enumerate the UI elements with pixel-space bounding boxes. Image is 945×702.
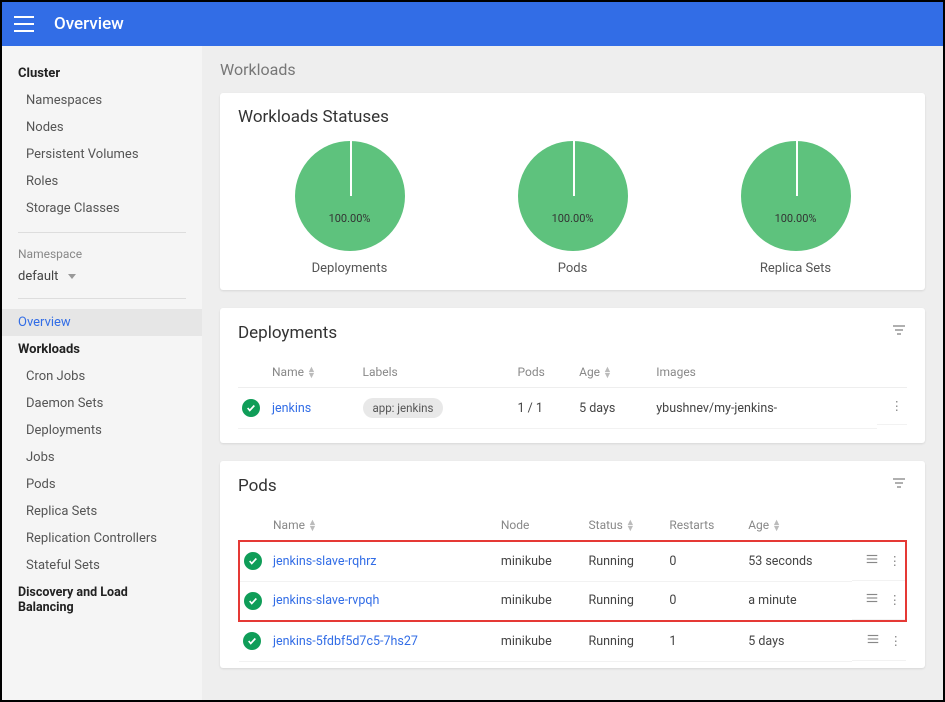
page-header-title: Overview [54,14,124,34]
pod-link[interactable]: jenkins-slave-rvpqh [273,593,379,608]
pod-link[interactable]: jenkins-slave-rqhrz [273,554,377,569]
col-labels: Labels [359,357,514,388]
sidebar-item-daemonsets[interactable]: Daemon Sets [2,390,202,417]
deployment-link[interactable]: jenkins [272,401,311,416]
sidebar: Cluster Namespaces Nodes Persistent Volu… [2,46,202,700]
col-pods: Pods [514,357,576,388]
pie-chart-icon: 100.00% [518,141,628,251]
namespace-selected: default [18,269,58,284]
col-status[interactable]: Status▲▼ [585,510,666,541]
chevron-down-icon [68,274,76,279]
sidebar-item-namespaces[interactable]: Namespaces [2,87,202,114]
sidebar-item-pods[interactable]: Pods [2,471,202,498]
chart-pods: 100.00% Pods [518,141,628,276]
sidebar-item-replicasets[interactable]: Replica Sets [2,498,202,525]
sidebar-item-cronjobs[interactable]: Cron Jobs [2,363,202,390]
table-row: jenkins app: jenkins 1 / 1 5 days ybushn… [238,388,907,429]
card-title-pods: Pods [238,476,277,496]
logs-icon[interactable] [866,632,880,650]
sidebar-heading-cluster: Cluster [2,60,202,87]
pods-table: Name▲▼ Node Status▲▼ Restarts Age▲▼ jenk… [238,510,907,662]
col-age[interactable]: Age▲▼ [744,510,852,541]
status-ok-icon [244,552,262,570]
sidebar-item-replication-controllers[interactable]: Replication Controllers [2,525,202,552]
card-deployments: Deployments Name▲▼ Labels Pods Age▲▼ Ima… [220,308,925,443]
sidebar-item-deployments[interactable]: Deployments [2,417,202,444]
page-title: Workloads [220,60,925,79]
status-ok-icon [244,592,262,610]
sidebar-item-nodes[interactable]: Nodes [2,114,202,141]
card-title-deployments: Deployments [238,323,337,343]
card-workloads-statuses: Workloads Statuses 100.00% Deployments 1… [220,93,925,290]
col-name[interactable]: Name▲▼ [268,357,359,388]
more-icon[interactable]: ⋮ [890,633,903,649]
sidebar-item-persistent-volumes[interactable]: Persistent Volumes [2,141,202,168]
col-node: Node [497,510,585,541]
namespace-selector[interactable]: default [2,265,202,288]
logs-icon[interactable] [865,552,879,570]
label-chip: app: jenkins [363,398,444,418]
table-row: jenkins-5fdbf5d7c5-7hs27 minikube Runnin… [239,621,906,661]
table-row: jenkins-slave-rvpqh minikube Running 0 a… [239,581,906,621]
deployments-table: Name▲▼ Labels Pods Age▲▼ Images jenkins … [238,357,907,429]
filter-icon[interactable] [891,322,907,343]
top-bar: Overview [0,0,945,46]
more-icon[interactable]: ⋮ [891,398,904,414]
namespace-label: Namespace [2,243,202,265]
col-images: Images [652,357,877,388]
status-ok-icon [242,399,260,417]
sidebar-item-overview[interactable]: Overview [2,309,202,336]
sidebar-item-jobs[interactable]: Jobs [2,444,202,471]
main-content: Workloads Workloads Statuses 100.00% Dep… [202,46,943,700]
filter-icon[interactable] [891,475,907,496]
col-restarts: Restarts [665,510,744,541]
sidebar-heading-discovery: Discovery and Load Balancing [2,579,202,621]
more-icon[interactable]: ⋮ [889,592,902,608]
col-name[interactable]: Name▲▼ [269,510,497,541]
status-ok-icon [243,632,261,650]
pie-chart-icon: 100.00% [295,141,405,251]
divider [18,232,186,233]
sidebar-heading-workloads: Workloads [2,336,202,363]
table-row: jenkins-slave-rqhrz minikube Running 0 5… [239,541,906,581]
sidebar-item-statefulsets[interactable]: Stateful Sets [2,552,202,579]
pie-chart-icon: 100.00% [741,141,851,251]
chart-deployments: 100.00% Deployments [295,141,405,276]
divider [18,298,186,299]
more-icon[interactable]: ⋮ [889,553,902,569]
sidebar-item-storage-classes[interactable]: Storage Classes [2,195,202,222]
pod-link[interactable]: jenkins-5fdbf5d7c5-7hs27 [273,634,418,649]
sidebar-item-roles[interactable]: Roles [2,168,202,195]
card-title-statuses: Workloads Statuses [238,107,907,127]
col-age[interactable]: Age▲▼ [575,357,652,388]
logs-icon[interactable] [865,591,879,609]
chart-replicasets: 100.00% Replica Sets [741,141,851,276]
menu-icon[interactable] [14,16,34,32]
